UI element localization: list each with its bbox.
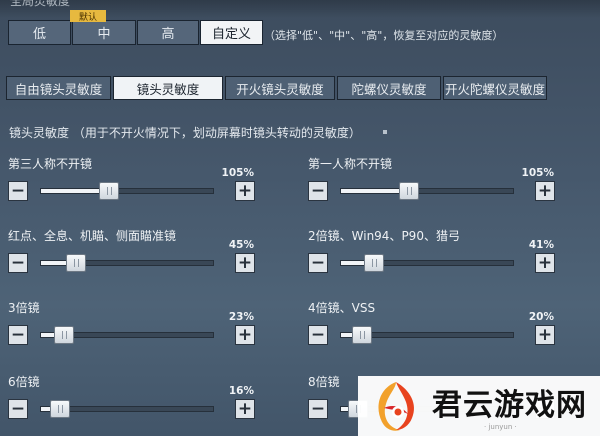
slider-label-6x: 6倍镜 [8,375,40,389]
tab-fire-gyroscope-label: 开火陀螺仪灵敏度 [444,81,545,97]
slider-label-8x: 8倍镜 [308,375,340,389]
slider-percent-first-person: 105% [521,167,554,179]
tab-camera[interactable]: 镜头灵敏度 [113,76,223,100]
preset-high[interactable]: 高 [137,20,199,45]
preset-hint: （选择"低"、"中"、"高"，恢复至对应的灵敏度） [264,29,504,42]
preset-low[interactable]: 低 [8,20,71,45]
tab-free-camera-label: 自由镜头灵敏度 [14,81,103,97]
slider-thumb-third-person[interactable] [99,182,119,200]
slider-label-red-dot: 红点、全息、机瞄、侧面瞄准镜 [8,229,177,243]
tab-gyroscope-label: 陀螺仪灵敏度 [351,81,427,97]
watermark-subtext: · junyun · [484,423,517,431]
slider-decrease-button-6x[interactable]: − [8,399,28,419]
slider-thumb-6x[interactable] [50,400,70,418]
slider-thumb-red-dot[interactable] [66,254,86,272]
camera-description: 镜头灵敏度 （用于不开火情况下，划动屏幕时镜头转动的灵敏度） [9,126,361,140]
slider-decrease-button-8x[interactable]: − [308,399,328,419]
slider-track-4x[interactable] [340,326,514,344]
slider-decrease-button-3x[interactable]: − [8,325,28,345]
section-title: 全局灵敏度 [10,0,71,8]
slider-track-first-person[interactable] [340,182,514,200]
slider-increase-button-3x[interactable]: + [235,325,255,345]
slider-label-first-person: 第一人称不开镜 [308,157,393,171]
slider-label-3x: 3倍镜 [8,301,40,315]
slider-thumb-3x[interactable] [54,326,74,344]
slider-label-third-person: 第三人称不开镜 [8,157,93,171]
slider-track-6x[interactable] [40,400,214,418]
watermark-text: 君云游戏网 [432,388,587,423]
tab-fire-camera-label: 开火镜头灵敏度 [236,81,324,97]
slider-thumb-4x[interactable] [352,326,372,344]
tab-fire-gyroscope[interactable]: 开火陀螺仪灵敏度 [443,76,547,100]
slider-increase-button-4x[interactable]: + [535,325,555,345]
tab-free-camera[interactable]: 自由镜头灵敏度 [6,76,111,100]
slider-percent-6x: 16% [228,385,254,397]
slider-increase-button-6x[interactable]: + [235,399,255,419]
slider-decrease-button-4x[interactable]: − [308,325,328,345]
slider-percent-2x: 41% [528,239,554,251]
tab-camera-label: 镜头灵敏度 [136,81,200,97]
preset-medium-label: 中 [97,27,111,42]
preset-high-label: 高 [161,27,175,42]
preset-custom[interactable]: 自定义 [200,20,263,45]
slider-thumb-2x[interactable] [364,254,384,272]
slider-decrease-button-2x[interactable]: − [308,253,328,273]
tab-bar: 自由镜头灵敏度 镜头灵敏度 开火镜头灵敏度 陀螺仪灵敏度 开火陀螺仪灵敏度 [6,76,549,100]
slider-label-2x: 2倍镜、Win94、P90、猎弓 [308,229,460,243]
slider-decrease-button-first-person[interactable]: − [308,181,328,201]
slider-percent-4x: 20% [528,311,554,323]
slider-decrease-button-red-dot[interactable]: − [8,253,28,273]
slider-label-4x: 4倍镜、VSS [308,301,376,315]
slider-percent-3x: 23% [228,311,254,323]
watermark: 君云游戏网 [358,376,600,436]
slider-percent-red-dot: 45% [228,239,254,251]
slider-decrease-button-third-person[interactable]: − [8,181,28,201]
slider-thumb-first-person[interactable] [399,182,419,200]
decor-dot [383,130,387,134]
slider-percent-third-person: 105% [221,167,254,179]
default-badge: 默认 [70,10,106,23]
preset-low-label: 低 [32,27,46,42]
slider-increase-button-first-person[interactable]: + [535,181,555,201]
tab-gyroscope[interactable]: 陀螺仪灵敏度 [337,76,441,100]
slider-track-2x[interactable] [340,254,514,272]
preset-group: 低 中 高 自定义 [8,20,264,45]
slider-track-red-dot[interactable] [40,254,214,272]
watermark-logo-icon [378,382,415,431]
slider-track-3x[interactable] [40,326,214,344]
preset-medium[interactable]: 中 [72,20,136,45]
slider-increase-button-third-person[interactable]: + [235,181,255,201]
tab-fire-camera[interactable]: 开火镜头灵敏度 [225,76,335,100]
slider-track-third-person[interactable] [40,182,214,200]
slider-increase-button-2x[interactable]: + [535,253,555,273]
slider-increase-button-red-dot[interactable]: + [235,253,255,273]
preset-custom-label: 自定义 [211,27,251,42]
